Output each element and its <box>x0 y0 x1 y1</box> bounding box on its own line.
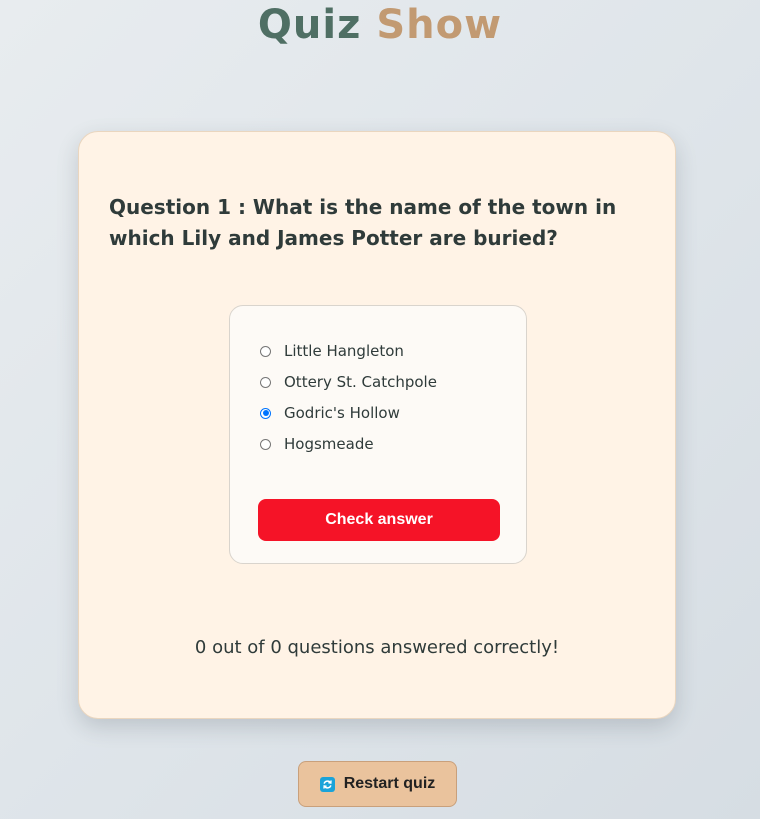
page-title: Quiz Show <box>0 2 760 48</box>
title-word-quiz: Quiz <box>257 2 362 48</box>
option-godrics-hollow[interactable]: Godric's Hollow <box>260 402 400 424</box>
answer-options-panel: Little Hangleton Ottery St. Catchpole Go… <box>229 305 527 564</box>
radio-button[interactable] <box>260 345 271 357</box>
question-text: Question 1 : What is the name of the tow… <box>109 195 617 250</box>
radio-button[interactable] <box>260 376 271 388</box>
radio-button[interactable] <box>260 438 271 450</box>
refresh-icon <box>319 776 335 792</box>
option-label: Hogsmeade <box>284 435 374 453</box>
option-little-hangleton[interactable]: Little Hangleton <box>260 340 404 362</box>
check-answer-button[interactable]: Check answer <box>258 499 500 541</box>
restart-label: Restart quiz <box>343 775 436 792</box>
title-word-show: Show <box>376 2 503 48</box>
option-label: Little Hangleton <box>284 342 404 360</box>
option-ottery-st-catchpole[interactable]: Ottery St. Catchpole <box>260 371 437 393</box>
score-text: 0 out of 0 questions answered correctly! <box>194 637 560 658</box>
option-label: Godric's Hollow <box>284 404 400 422</box>
option-label: Ottery St. Catchpole <box>284 373 437 391</box>
option-hogsmeade[interactable]: Hogsmeade <box>260 433 374 455</box>
restart-quiz-button[interactable]: Restart quiz <box>298 761 457 807</box>
quiz-card: Question 1 : What is the name of the tow… <box>78 131 676 719</box>
radio-button-selected[interactable] <box>260 407 271 419</box>
